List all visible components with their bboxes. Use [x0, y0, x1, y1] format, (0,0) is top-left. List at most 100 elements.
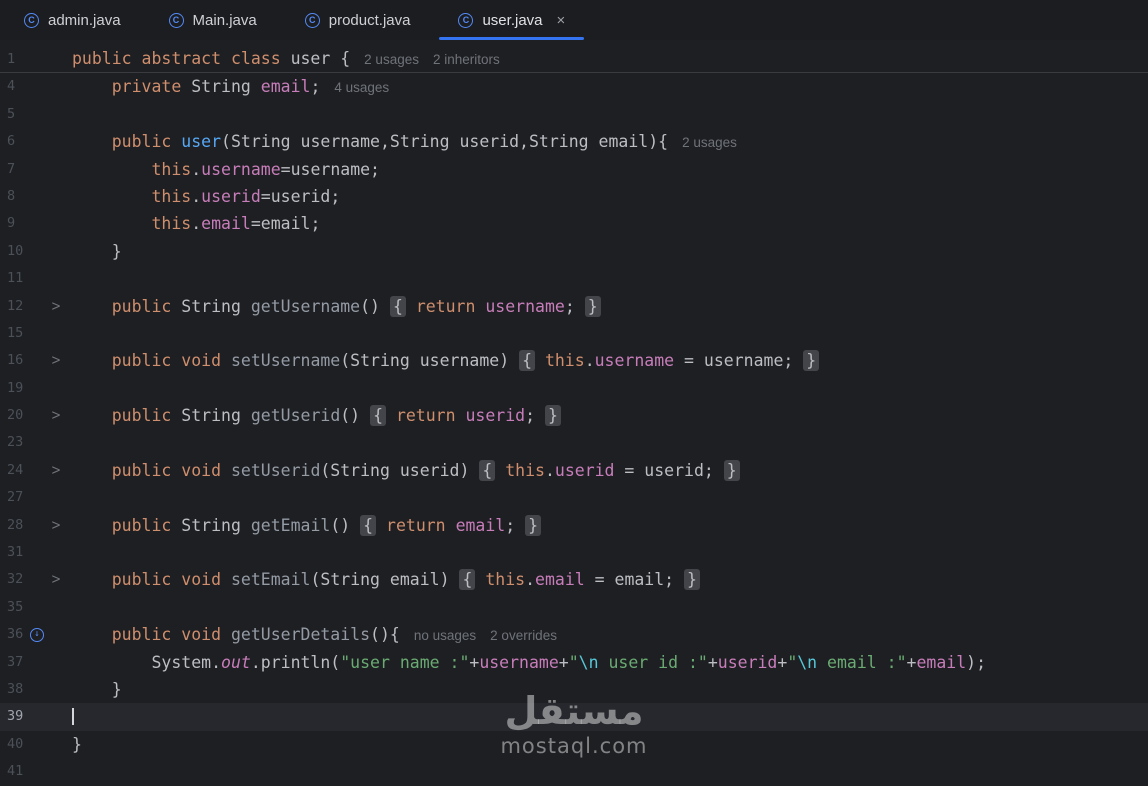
tab-label: admin.java — [48, 11, 121, 29]
java-class-icon: C — [304, 12, 320, 28]
gutter: 27 — [0, 484, 72, 511]
code-line-23[interactable]: 23 — [0, 429, 1148, 456]
code-text: public abstract class user {2 usages 2 in… — [72, 49, 500, 68]
code-line-24[interactable]: 24 > public void setUserid(String userid)… — [0, 457, 1148, 484]
code-text: public void setUserid(String userid) { t… — [72, 457, 1148, 484]
code-line-38[interactable]: 38 } — [0, 676, 1148, 703]
fold-chevron-icon[interactable]: > — [51, 400, 61, 432]
gutter: 41 — [0, 758, 72, 785]
close-tab-icon[interactable]: × — [557, 12, 566, 29]
code-line-31[interactable]: 31 — [0, 539, 1148, 566]
code-text: } — [72, 679, 122, 699]
inlay-hint[interactable]: 2 usages — [682, 135, 737, 150]
overridden-method-gutter-icon[interactable]: ↓ — [30, 627, 44, 642]
code-line-5[interactable]: 5 — [0, 101, 1148, 128]
gutter: 15 — [0, 320, 72, 347]
code-line-6[interactable]: 6 public user(String username,String use… — [0, 128, 1148, 155]
gutter: 32 > — [0, 566, 72, 593]
java-class-icon: C — [458, 12, 474, 28]
line-number: 28 — [7, 516, 24, 533]
code-line-20[interactable]: 20 > public String getUserid() { return u… — [0, 402, 1148, 429]
code-line-7[interactable]: 7 this.username=username; — [0, 156, 1148, 183]
tab-user.java[interactable]: Cuser.java × — [434, 0, 589, 40]
line-number: 19 — [7, 379, 24, 396]
line-number: 11 — [7, 270, 24, 287]
code-line-41[interactable]: 41 — [0, 758, 1148, 785]
line-number: 6 — [7, 133, 16, 150]
code-text: public void setUsername(String username)… — [72, 347, 1148, 374]
line-number: 41 — [7, 763, 24, 780]
gutter-markers: > — [30, 566, 72, 593]
ide-window: Cadmin.java C Main.java Cproduct.java Cuser.… — [0, 0, 1148, 780]
gutter-markers: > — [30, 347, 72, 374]
gutter: 9 — [0, 210, 72, 237]
code-text: this.email=email; — [151, 214, 321, 234]
inlay-hint[interactable]: no usages — [414, 628, 476, 643]
gutter: 1 — [0, 46, 72, 72]
code-line-37[interactable]: 37 System.out.println("user name :"+user… — [0, 649, 1148, 676]
gutter: 6 — [0, 128, 72, 155]
line-number: 4 — [7, 78, 16, 95]
gutter: 28 > — [0, 512, 72, 539]
code-line-36[interactable]: 36 ↓ public void getUserDetails(){no usag… — [0, 621, 1148, 648]
code-line-16[interactable]: 16 > public void setUsername(String usern… — [0, 347, 1148, 374]
line-number: 32 — [7, 571, 24, 588]
gutter: 31 — [0, 539, 72, 566]
code-text: public void getUserDetails(){no usages 2 … — [111, 624, 557, 644]
code-line-9[interactable]: 9 this.email=email; — [0, 210, 1148, 237]
code-text: this.userid=userid; — [151, 186, 341, 206]
fold-chevron-icon[interactable]: > — [51, 564, 61, 596]
code-line-40[interactable]: 40} — [0, 731, 1148, 758]
gutter: 23 — [0, 429, 72, 456]
gutter: 19 — [0, 375, 72, 402]
tab-label: user.java — [482, 11, 543, 29]
inlay-hint[interactable]: 2 inheritors — [433, 52, 500, 67]
code-line-1[interactable]: 1 public abstract class user {2 usages 2 i… — [0, 46, 1148, 74]
line-number: 37 — [7, 653, 24, 670]
code-line-35[interactable]: 35 — [0, 594, 1148, 621]
line-number: 27 — [7, 489, 24, 506]
tab-bar: Cadmin.java C Main.java Cproduct.java Cuser.… — [0, 0, 1148, 40]
gutter: 39 — [0, 703, 72, 730]
code-line-8[interactable]: 8 this.userid=userid; — [0, 183, 1148, 210]
code-line-32[interactable]: 32 > public void setEmail(String email) {… — [0, 566, 1148, 593]
fold-chevron-icon[interactable]: > — [51, 290, 61, 322]
line-number: 36 — [7, 626, 24, 643]
tab-product.java[interactable]: Cproduct.java — [281, 0, 435, 40]
tab-Main.java[interactable]: C Main.java — [145, 0, 281, 40]
gutter: 24 > — [0, 457, 72, 484]
code-line-11[interactable]: 11 — [0, 265, 1148, 292]
code-text: this.username=username; — [151, 159, 380, 179]
code-line-15[interactable]: 15 — [0, 320, 1148, 347]
line-number: 5 — [7, 105, 16, 122]
fold-chevron-icon[interactable]: > — [51, 455, 61, 487]
tab-admin.java[interactable]: Cadmin.java — [0, 0, 145, 40]
code-line-12[interactable]: 12 > public String getUsername() { return… — [0, 293, 1148, 320]
inlay-hint[interactable]: 2 overrides — [490, 628, 557, 643]
code-editor[interactable]: 1 public abstract class user {2 usages 2 i… — [0, 40, 1148, 786]
code-line-27[interactable]: 27 — [0, 484, 1148, 511]
line-number: 9 — [7, 215, 16, 232]
code-line-10[interactable]: 10 } — [0, 238, 1148, 265]
gutter-markers: > — [30, 402, 72, 429]
inlay-hint[interactable]: 2 usages — [364, 52, 419, 67]
inlay-hint[interactable]: 4 usages — [334, 80, 389, 95]
code-line-4[interactable]: 4 private String email; 4 usages — [0, 73, 1148, 100]
line-number: 39 — [7, 708, 24, 725]
line-number: 23 — [7, 434, 24, 451]
line-number: 24 — [7, 461, 24, 478]
line-number: 7 — [7, 160, 16, 177]
fold-chevron-icon[interactable]: > — [51, 510, 61, 542]
code-text: public void setEmail(String email) { thi… — [72, 566, 1148, 593]
code-line-28[interactable]: 28 > public String getEmail() { return em… — [0, 512, 1148, 539]
gutter: 37 — [0, 649, 72, 676]
code-line-39[interactable]: 39 — [0, 703, 1148, 731]
fold-chevron-icon[interactable]: > — [51, 345, 61, 377]
code-line-19[interactable]: 19 — [0, 375, 1148, 402]
line-number: 38 — [7, 680, 24, 697]
line-number: 31 — [7, 544, 24, 561]
code-text: public user(String username,String useri… — [111, 131, 737, 151]
line-number: 8 — [7, 187, 16, 204]
java-class-icon: C — [24, 12, 39, 28]
gutter-markers: > — [30, 293, 72, 320]
